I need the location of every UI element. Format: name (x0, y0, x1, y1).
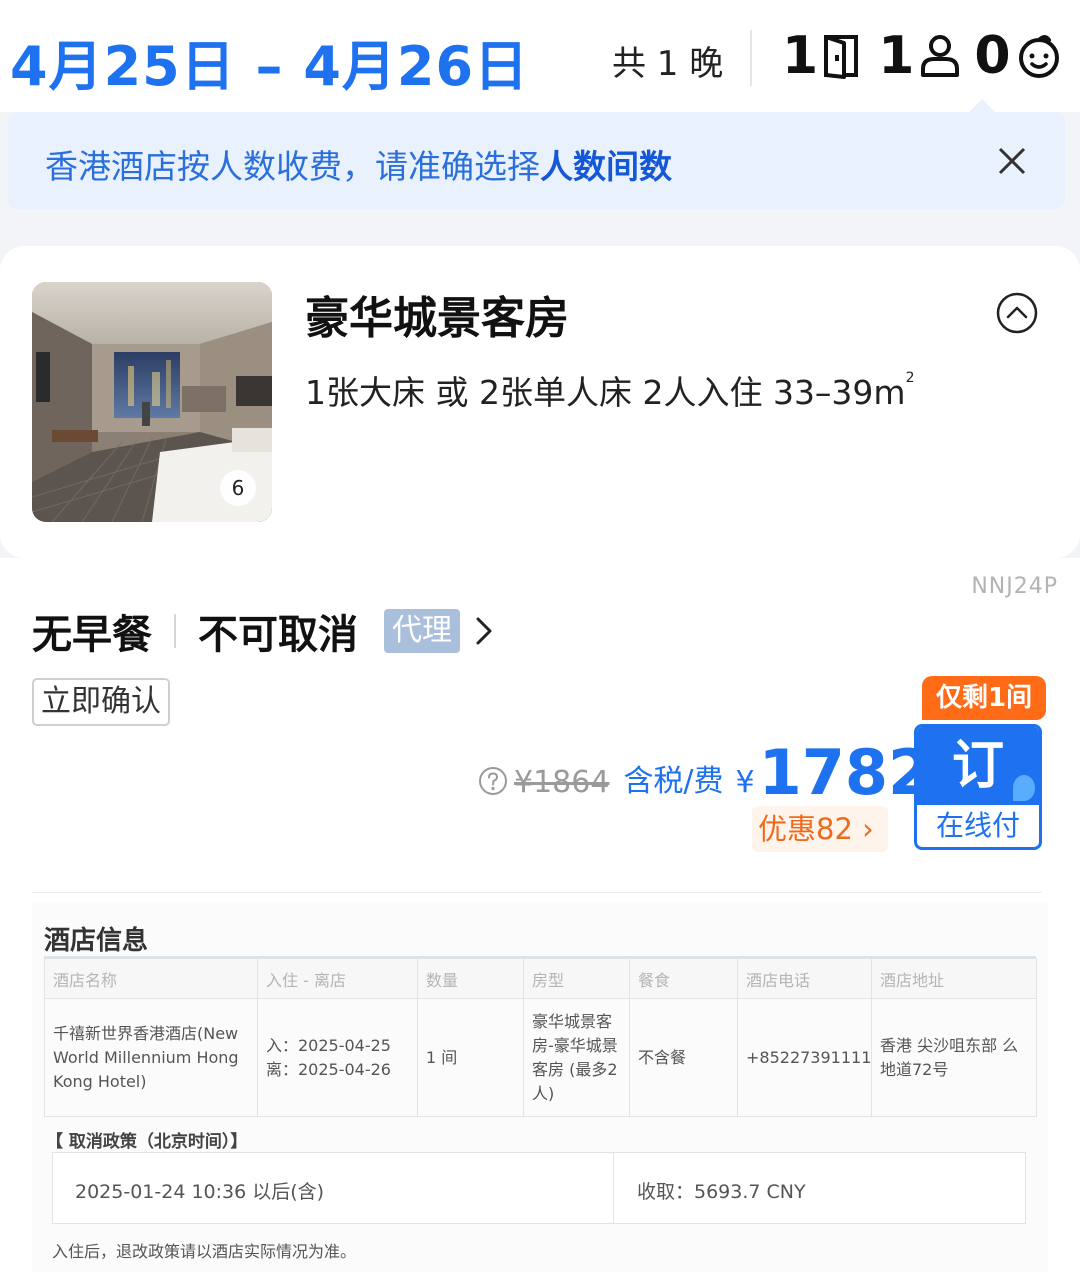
header-divider (750, 30, 752, 86)
column-header: 餐食 (629, 958, 738, 999)
rooms-left-badge: 仅剩1间 (922, 676, 1047, 720)
room-specs: 1张大床 或 2张单人床 2人入住 33–39m2 (305, 370, 915, 412)
chevron-right-icon[interactable] (474, 613, 494, 649)
cancel-time: 2025-01-24 10:36 以后(含) (75, 1181, 325, 1203)
adult-icon (918, 33, 962, 79)
column-header: 房型 (523, 958, 630, 999)
cancel-fee: 收取：5693.7 CNY (637, 1181, 806, 1203)
drop-icon (1013, 775, 1035, 801)
meal-cell: 不含餐 (629, 998, 738, 1117)
children-count: 0 (974, 26, 1011, 86)
rate-plan: NNJ24P 无早餐 不可取消 代理 立即确认 ¥1864 含税/费 ¥ 178… (0, 558, 1080, 1272)
occupancy-selector[interactable]: 1 1 0 (782, 26, 1075, 86)
hotel-info-table: 酒店名称 入住 - 离店 数量 房型 餐食 酒店电话 酒店地址 千禧新世界香港酒… (44, 958, 1037, 1117)
adults-count: 1 (878, 26, 915, 86)
address-cell: 香港 尖沙咀东部 么地道72号 (871, 998, 1037, 1117)
chevron-right-icon: › (862, 812, 874, 846)
pay-online-label: 在线付 (935, 809, 1020, 842)
photo-count-badge: 6 (220, 470, 256, 506)
column-header: 酒店电话 (737, 958, 872, 999)
book-button[interactable]: 订 在线付 (914, 724, 1042, 850)
divider (32, 892, 1042, 893)
child-icon (1015, 32, 1063, 80)
price-row: ¥1864 含税/费 ¥ 1782 (478, 728, 931, 808)
instant-confirm-tag: 立即确认 (32, 678, 170, 726)
room-card[interactable]: 6 豪华城景客房 1张大床 或 2张单人床 2人入住 33–39m2 (0, 246, 1080, 558)
room-type-cell: 豪华城景客房-豪华城景客房 (最多2人) (523, 998, 630, 1117)
title-divider (174, 614, 176, 648)
original-price: ¥1864 (514, 765, 610, 800)
discount-badge[interactable]: 优惠82 › (752, 806, 888, 852)
room-photo[interactable]: 6 (32, 282, 272, 522)
cancel-policy-box: 2025-01-24 10:36 以后(含) 收取：5693.7 CNY (52, 1152, 1026, 1224)
occupancy-notice: 香港酒店按人数收费，请准确选择人数间数 (8, 112, 1065, 209)
date-range[interactable]: 4月25日 – 4月26日 (10, 22, 529, 101)
hotel-info-document: 酒店信息 酒店名称 入住 - 离店 数量 房型 餐食 酒店电话 酒店地址 千禧新… (32, 902, 1048, 1272)
notice-text: 香港酒店按人数收费，请准确选择人数间数 (45, 147, 672, 186)
door-icon (822, 33, 866, 79)
tax-included-label: 含税/费 (623, 764, 724, 799)
rate-code: NNJ24P (971, 574, 1058, 599)
final-price: 1782 (758, 736, 932, 809)
room-title: 豪华城景客房 (305, 293, 569, 344)
notice-highlight: 人数间数 (540, 147, 672, 186)
rate-title[interactable]: 无早餐 不可取消 代理 (32, 606, 494, 658)
column-header: 酒店地址 (871, 958, 1037, 999)
phone-cell: +85227391111 (737, 998, 872, 1117)
table-row: 千禧新世界香港酒店(New World Millennium Hong Kong… (44, 998, 1037, 1117)
nights-count: 共 1 晚 (612, 44, 724, 84)
hotel-name-cell: 千禧新世界香港酒店(New World Millennium Hong Kong… (44, 998, 258, 1117)
agent-tag: 代理 (384, 609, 460, 653)
close-icon[interactable] (995, 144, 1029, 178)
question-icon[interactable] (478, 766, 508, 796)
cancel-policy: 不可取消 (198, 612, 358, 658)
policy-note: 入住后，退改政策请以酒店实际情况为准。 (52, 1242, 357, 1261)
divider (613, 1153, 614, 1223)
collapse-up-icon[interactable] (996, 292, 1038, 334)
cancel-policy-heading: 【 取消政策（北京时间）】 (46, 1132, 248, 1152)
popover-caret (969, 99, 995, 112)
column-header: 数量 (417, 958, 524, 999)
search-header: 4月25日 – 4月26日 共 1 晚 1 1 0 (0, 0, 1080, 112)
meal-plan: 无早餐 (32, 612, 152, 658)
quantity-cell: 1 间 (417, 998, 524, 1117)
column-header: 入住 - 离店 (257, 958, 418, 999)
column-header: 酒店名称 (44, 958, 258, 999)
table-header-row: 酒店名称 入住 - 离店 数量 房型 餐食 酒店电话 酒店地址 (44, 958, 1037, 999)
currency-symbol: ¥ (735, 765, 755, 800)
rooms-count: 1 (782, 26, 819, 86)
dates-cell: 入：2025-04-25 离：2025-04-26 (257, 998, 418, 1117)
